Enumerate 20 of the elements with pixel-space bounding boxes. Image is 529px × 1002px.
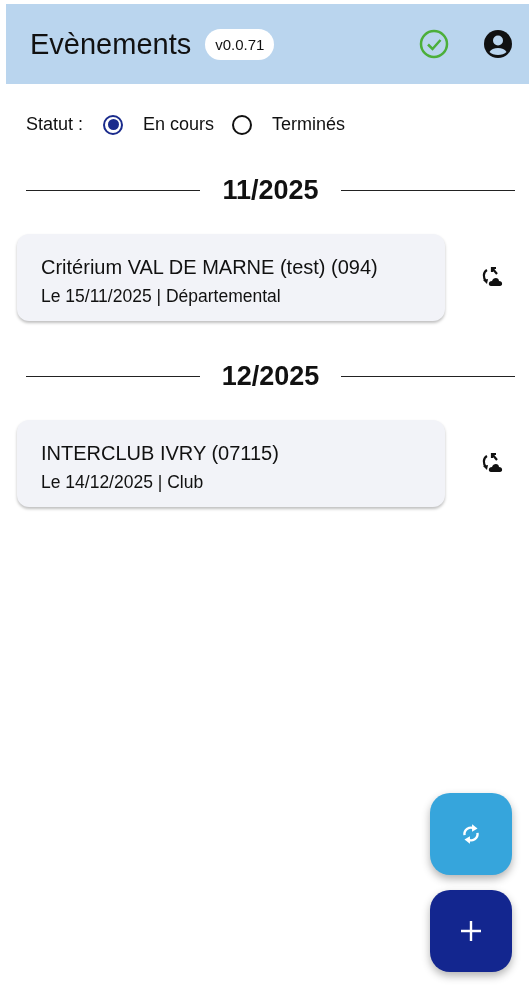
event-details: Le 15/11/2025 | Départemental [41,286,282,307]
add-button[interactable] [430,890,512,972]
month-heading: 12/2025 [221,361,320,392]
month-heading: 11/2025 [222,175,319,206]
event-card[interactable]: Critérium VAL DE MARNE (test) (094) Le 15/11/2025 | Départemental [17,234,445,321]
radio-button[interactable] [232,114,253,135]
event-card[interactable]: INTERCLUB IVRY (07115) Le 14/12/2025 | Club [17,420,445,507]
radio-label[interactable]: Terminés [272,114,346,135]
check-circle-icon[interactable] [419,29,449,59]
event-details: Le 14/12/2025 | Club [41,472,205,493]
radio-label[interactable]: En cours [143,114,215,135]
plus-icon [459,919,483,943]
account-icon[interactable] [483,29,513,59]
sync-button[interactable] [430,793,512,875]
page-title: Evènements [30,27,192,61]
radio-button[interactable] [103,114,124,135]
status-label: Statut : [26,114,84,135]
event-title: Critérium VAL DE MARNE (test) (094) [41,255,379,280]
event-title: INTERCLUB IVRY (07115) [41,441,280,466]
version-badge: v0.0.71 [205,28,275,60]
